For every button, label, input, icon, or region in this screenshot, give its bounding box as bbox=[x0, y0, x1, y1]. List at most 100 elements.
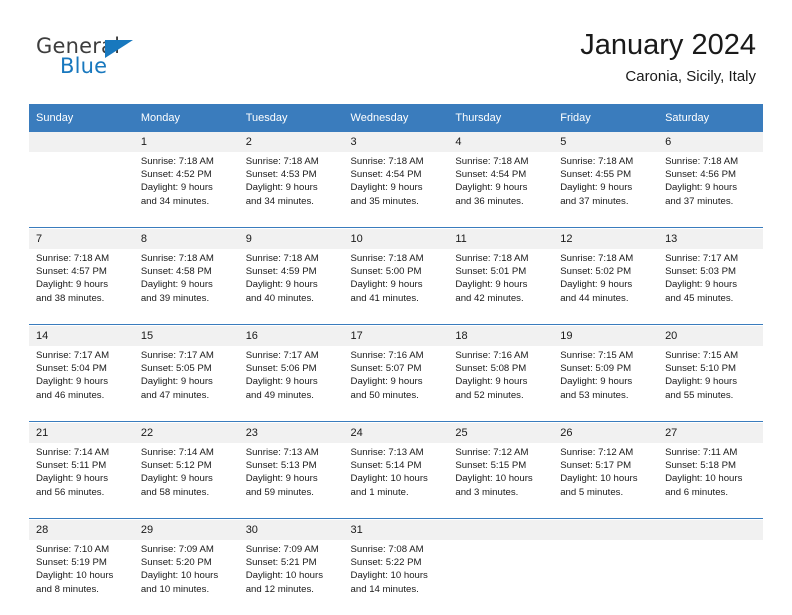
day-cell[interactable]: Sunrise: 7:18 AM Sunset: 4:58 PM Daylight:… bbox=[133, 249, 239, 325]
day-cell[interactable]: Sunrise: 7:18 AM Sunset: 4:57 PM Daylight:… bbox=[29, 249, 134, 325]
daylight-text-line2: and 53 minutes. bbox=[560, 389, 629, 401]
day-cell[interactable]: Sunrise: 7:14 AM Sunset: 5:11 PM Daylight:… bbox=[29, 443, 134, 519]
day-cell[interactable]: Sunrise: 7:15 AM Sunset: 5:10 PM Daylight:… bbox=[658, 346, 763, 422]
day-cell[interactable]: Sunrise: 7:18 AM Sunset: 4:59 PM Daylight:… bbox=[238, 249, 344, 325]
sunrise-text: Sunrise: 7:12 AM bbox=[560, 447, 634, 458]
day-cell[interactable]: Sunrise: 7:18 AM Sunset: 4:54 PM Daylight:… bbox=[448, 152, 554, 228]
daylight-text-line1: Daylight: 9 hours bbox=[665, 182, 738, 194]
daylight-text-line2: and 8 minutes. bbox=[36, 583, 99, 595]
day-number[interactable]: 5 bbox=[553, 132, 659, 152]
daylight-text-line1: Daylight: 9 hours bbox=[245, 182, 318, 194]
day-number[interactable]: 29 bbox=[133, 520, 239, 540]
day-cell[interactable]: Sunrise: 7:18 AM Sunset: 5:01 PM Daylight:… bbox=[448, 249, 554, 325]
sunrise-text: Sunrise: 7:16 AM bbox=[455, 350, 529, 361]
day-cell[interactable]: Sunrise: 7:11 AM Sunset: 5:18 PM Daylight:… bbox=[658, 443, 763, 519]
day-number[interactable]: 6 bbox=[658, 132, 763, 152]
day-number[interactable]: 8 bbox=[133, 229, 239, 249]
sunset-text: Sunset: 4:59 PM bbox=[245, 266, 317, 278]
day-number[interactable]: 15 bbox=[133, 326, 239, 346]
day-cell[interactable]: Sunrise: 7:12 AM Sunset: 5:15 PM Daylight:… bbox=[448, 443, 554, 519]
day-cell[interactable]: Sunrise: 7:17 AM Sunset: 5:05 PM Daylight:… bbox=[133, 346, 239, 422]
day-cell[interactable]: Sunrise: 7:16 AM Sunset: 5:07 PM Daylight:… bbox=[343, 346, 449, 422]
day-number[interactable]: 17 bbox=[343, 326, 449, 346]
day-number[interactable]: 10 bbox=[343, 229, 449, 249]
day-number-row: 28 29 30 31 bbox=[29, 520, 763, 540]
day-number[interactable]: 3 bbox=[343, 132, 449, 152]
day-cell[interactable]: Sunrise: 7:18 AM Sunset: 4:55 PM Daylight:… bbox=[553, 152, 659, 228]
day-number[interactable]: 13 bbox=[658, 229, 763, 249]
day-cell[interactable]: Sunrise: 7:09 AM Sunset: 5:20 PM Daylight:… bbox=[133, 540, 239, 615]
calendar-body: 1 2 3 4 5 6 Sunrise: 7:18 AM Sunset: 4:52 PM Day… bbox=[29, 132, 763, 615]
dow-header-thursday: Thursday bbox=[448, 104, 554, 132]
day-number[interactable]: 24 bbox=[343, 423, 449, 443]
day-number[interactable]: 21 bbox=[29, 423, 134, 443]
sunset-text: Sunset: 5:03 PM bbox=[665, 266, 736, 278]
day-number[interactable]: 31 bbox=[343, 520, 449, 540]
day-detail-row: Sunrise: 7:18 AM Sunset: 4:52 PM Daylight:… bbox=[29, 152, 763, 228]
day-cell[interactable]: Sunrise: 7:17 AM Sunset: 5:04 PM Daylight:… bbox=[29, 346, 134, 422]
day-detail-row: Sunrise: 7:18 AM Sunset: 4:57 PM Daylight:… bbox=[29, 249, 763, 325]
day-cell[interactable]: Sunrise: 7:18 AM Sunset: 4:56 PM Daylight:… bbox=[658, 152, 763, 228]
daylight-text-line2: and 42 minutes. bbox=[455, 292, 524, 304]
sunset-text: Sunset: 5:13 PM bbox=[245, 460, 317, 472]
sunrise-text: Sunrise: 7:18 AM bbox=[560, 253, 634, 264]
sunrise-text: Sunrise: 7:14 AM bbox=[36, 447, 110, 458]
day-number[interactable]: 9 bbox=[238, 229, 344, 249]
day-cell[interactable]: Sunrise: 7:18 AM Sunset: 5:02 PM Daylight:… bbox=[553, 249, 659, 325]
sunrise-text: Sunrise: 7:11 AM bbox=[665, 447, 738, 458]
day-cell[interactable]: Sunrise: 7:17 AM Sunset: 5:06 PM Daylight:… bbox=[238, 346, 344, 422]
day-cell[interactable]: Sunrise: 7:17 AM Sunset: 5:03 PM Daylight:… bbox=[658, 249, 763, 325]
day-cell[interactable]: Sunrise: 7:13 AM Sunset: 5:13 PM Daylight:… bbox=[238, 443, 344, 519]
daylight-text-line1: Daylight: 9 hours bbox=[560, 279, 633, 291]
day-cell[interactable]: Sunrise: 7:14 AM Sunset: 5:12 PM Daylight:… bbox=[133, 443, 239, 519]
sunrise-text: Sunrise: 7:18 AM bbox=[350, 253, 424, 264]
day-cell-empty bbox=[29, 152, 134, 228]
day-cell[interactable]: Sunrise: 7:18 AM Sunset: 5:00 PM Daylight:… bbox=[343, 249, 449, 325]
sunset-text: Sunset: 5:17 PM bbox=[560, 460, 632, 472]
day-cell[interactable]: Sunrise: 7:09 AM Sunset: 5:21 PM Daylight:… bbox=[238, 540, 344, 615]
daylight-text-line2: and 5 minutes. bbox=[560, 486, 624, 498]
day-cell[interactable]: Sunrise: 7:18 AM Sunset: 4:52 PM Daylight:… bbox=[133, 152, 239, 228]
day-number[interactable]: 20 bbox=[658, 326, 763, 346]
day-cell[interactable]: Sunrise: 7:18 AM Sunset: 4:54 PM Daylight:… bbox=[343, 152, 449, 228]
day-cell[interactable]: Sunrise: 7:10 AM Sunset: 5:19 PM Daylight:… bbox=[29, 540, 134, 615]
daylight-text-line1: Daylight: 9 hours bbox=[350, 182, 423, 194]
daylight-text-line2: and 40 minutes. bbox=[245, 292, 314, 304]
day-number[interactable]: 12 bbox=[553, 229, 659, 249]
day-number[interactable]: 25 bbox=[448, 423, 554, 443]
sunset-text: Sunset: 5:12 PM bbox=[140, 460, 212, 472]
day-number[interactable]: 14 bbox=[29, 326, 134, 346]
sunset-text: Sunset: 5:18 PM bbox=[665, 460, 736, 472]
day-number[interactable]: 7 bbox=[29, 229, 134, 249]
sunset-text: Sunset: 5:04 PM bbox=[36, 363, 107, 375]
day-number-row: 123456 bbox=[29, 132, 763, 152]
day-cell[interactable]: Sunrise: 7:16 AM Sunset: 5:08 PM Daylight:… bbox=[448, 346, 554, 422]
sunrise-text: Sunrise: 7:18 AM bbox=[665, 156, 739, 167]
daylight-text-line1: Daylight: 9 hours bbox=[665, 376, 738, 388]
day-number[interactable]: 23 bbox=[238, 423, 344, 443]
daylight-text-line1: Daylight: 9 hours bbox=[455, 376, 528, 388]
sunset-text: Sunset: 5:15 PM bbox=[455, 460, 527, 472]
day-number[interactable]: 18 bbox=[448, 326, 554, 346]
day-number-empty bbox=[29, 132, 134, 152]
daylight-text-line2: and 59 minutes. bbox=[245, 486, 314, 498]
day-cell[interactable]: Sunrise: 7:15 AM Sunset: 5:09 PM Daylight:… bbox=[553, 346, 659, 422]
day-number[interactable]: 16 bbox=[238, 326, 344, 346]
day-number[interactable]: 4 bbox=[448, 132, 554, 152]
day-number[interactable]: 28 bbox=[29, 520, 134, 540]
daylight-text-line2: and 38 minutes. bbox=[36, 292, 105, 304]
day-number[interactable]: 19 bbox=[553, 326, 659, 346]
sunset-text: Sunset: 5:00 PM bbox=[350, 266, 422, 278]
day-number[interactable]: 2 bbox=[238, 132, 344, 152]
day-cell[interactable]: Sunrise: 7:18 AM Sunset: 4:53 PM Daylight:… bbox=[238, 152, 344, 228]
day-number[interactable]: 27 bbox=[658, 423, 763, 443]
day-number[interactable]: 30 bbox=[238, 520, 344, 540]
day-number[interactable]: 1 bbox=[133, 132, 239, 152]
day-cell[interactable]: Sunrise: 7:08 AM Sunset: 5:22 PM Daylight:… bbox=[343, 540, 449, 615]
general-blue-logo[interactable]: General Blue bbox=[36, 36, 216, 88]
day-number[interactable]: 26 bbox=[553, 423, 659, 443]
day-number[interactable]: 11 bbox=[448, 229, 554, 249]
day-cell[interactable]: Sunrise: 7:12 AM Sunset: 5:17 PM Daylight:… bbox=[553, 443, 659, 519]
day-cell[interactable]: Sunrise: 7:13 AM Sunset: 5:14 PM Daylight:… bbox=[343, 443, 449, 519]
day-number[interactable]: 22 bbox=[133, 423, 239, 443]
